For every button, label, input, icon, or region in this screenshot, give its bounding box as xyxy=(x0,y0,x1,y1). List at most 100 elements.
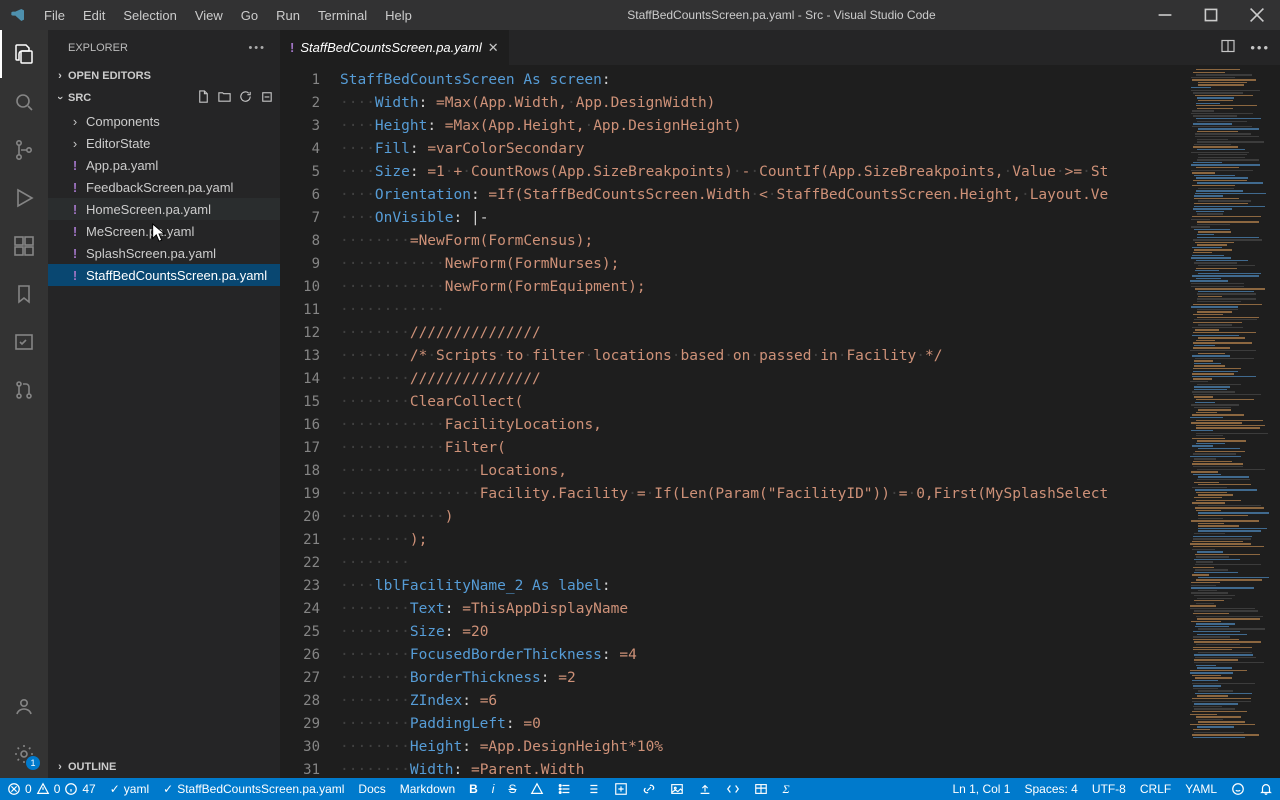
status-language[interactable]: YAML xyxy=(1178,778,1224,800)
outline-label: OUTLINE xyxy=(68,761,116,773)
tab-close-icon[interactable]: ✕ xyxy=(488,40,499,56)
status-ol-icon[interactable] xyxy=(579,778,607,800)
file-item[interactable]: !FeedbackScreen.pa.yaml xyxy=(48,176,280,198)
yaml-file-icon: ! xyxy=(64,180,86,195)
activity-extensions[interactable] xyxy=(0,222,48,270)
chevron-right-icon: › xyxy=(52,761,68,773)
activity-search[interactable] xyxy=(0,78,48,126)
tab-label: StaffBedCountsScreen.pa.yaml xyxy=(300,40,481,55)
activity-bar: 1 xyxy=(0,30,48,778)
yaml-file-icon: ! xyxy=(64,268,86,283)
status-problems[interactable]: 0 0 47 xyxy=(0,778,103,800)
section-outline[interactable]: › OUTLINE xyxy=(48,756,280,778)
menu-bar: FileEditSelectionViewGoRunTerminalHelp xyxy=(35,0,421,30)
menu-edit[interactable]: Edit xyxy=(74,0,114,30)
chevron-right-icon: › xyxy=(64,136,86,151)
refresh-icon[interactable] xyxy=(238,89,253,107)
status-checkbox-icon[interactable] xyxy=(607,778,635,800)
tree-item-label: Components xyxy=(86,114,160,129)
menu-terminal[interactable]: Terminal xyxy=(309,0,376,30)
split-editor-icon[interactable] xyxy=(1220,38,1236,57)
activity-settings[interactable]: 1 xyxy=(0,730,48,778)
tree-item-label: App.pa.yaml xyxy=(86,158,158,173)
status-code-icon[interactable] xyxy=(719,778,747,800)
activity-source-control[interactable] xyxy=(0,126,48,174)
minimap[interactable] xyxy=(1184,65,1280,778)
title-bar: FileEditSelectionViewGoRunTerminalHelp S… xyxy=(0,0,1280,30)
tree-item-label: HomeScreen.pa.yaml xyxy=(86,202,211,217)
status-cursor-pos[interactable]: Ln 1, Col 1 xyxy=(945,778,1017,800)
settings-badge: 1 xyxy=(26,756,40,770)
src-label: SRC xyxy=(68,92,91,104)
new-file-icon[interactable] xyxy=(196,89,211,107)
file-item[interactable]: !App.pa.yaml xyxy=(48,154,280,176)
tree-item-label: SplashScreen.pa.yaml xyxy=(86,246,216,261)
yaml-file-icon: ! xyxy=(64,246,86,261)
activity-github-pr[interactable] xyxy=(0,366,48,414)
menu-help[interactable]: Help xyxy=(376,0,421,30)
tree-item-label: EditorState xyxy=(86,136,150,151)
status-heading-icon[interactable] xyxy=(523,778,551,800)
menu-view[interactable]: View xyxy=(186,0,232,30)
status-bold[interactable]: B xyxy=(462,778,485,800)
status-upload-icon[interactable] xyxy=(691,778,719,800)
folder-components[interactable]: ›Components xyxy=(48,110,280,132)
status-spaces[interactable]: Spaces: 4 xyxy=(1017,778,1084,800)
window-controls xyxy=(1142,0,1280,30)
status-table-icon[interactable] xyxy=(747,778,775,800)
status-markdown[interactable]: Markdown xyxy=(393,778,462,800)
status-formula-icon[interactable]: Σ xyxy=(775,778,796,800)
editor-tab[interactable]: ! StaffBedCountsScreen.pa.yaml ✕ xyxy=(280,30,510,65)
status-link-icon[interactable] xyxy=(635,778,663,800)
chevron-right-icon: › xyxy=(52,70,68,82)
status-italic[interactable]: i xyxy=(485,778,502,800)
editor[interactable]: 1234567891011121314151617181920212223242… xyxy=(280,65,1280,778)
menu-file[interactable]: File xyxy=(35,0,74,30)
minimize-button[interactable] xyxy=(1142,0,1188,30)
yaml-file-icon: ! xyxy=(64,224,86,239)
status-eol[interactable]: CRLF xyxy=(1133,778,1178,800)
new-folder-icon[interactable] xyxy=(217,89,232,107)
tree-item-label: MeScreen.pa.yaml xyxy=(86,224,194,239)
chevron-right-icon: › xyxy=(64,114,86,129)
status-yaml-schema[interactable]: ✓yaml xyxy=(103,778,156,800)
file-item[interactable]: !HomeScreen.pa.yaml xyxy=(48,198,280,220)
file-item[interactable]: !StaffBedCountsScreen.pa.yaml xyxy=(48,264,280,286)
menu-selection[interactable]: Selection xyxy=(114,0,185,30)
activity-explorer[interactable] xyxy=(0,30,48,78)
activity-bookmark[interactable] xyxy=(0,270,48,318)
activity-output-panel[interactable] xyxy=(0,318,48,366)
status-strike-icon[interactable]: S xyxy=(501,778,523,800)
file-item[interactable]: !MeScreen.pa.yaml xyxy=(48,220,280,242)
yaml-file-icon: ! xyxy=(64,158,86,173)
status-encoding[interactable]: UTF-8 xyxy=(1085,778,1133,800)
status-notifications-icon[interactable] xyxy=(1252,778,1280,800)
sidebar-more-icon[interactable]: ••• xyxy=(248,42,266,54)
status-image-icon[interactable] xyxy=(663,778,691,800)
menu-run[interactable]: Run xyxy=(267,0,309,30)
menu-go[interactable]: Go xyxy=(232,0,267,30)
maximize-button[interactable] xyxy=(1188,0,1234,30)
chevron-down-icon: › xyxy=(54,90,66,106)
editor-more-icon[interactable]: ••• xyxy=(1250,40,1270,55)
activity-accounts[interactable] xyxy=(0,682,48,730)
code-area[interactable]: StaffBedCountsScreen As screen:····Width… xyxy=(340,65,1184,778)
sidebar-header: EXPLORER ••• xyxy=(48,30,280,65)
tab-bar: ! StaffBedCountsScreen.pa.yaml ✕ ••• xyxy=(280,30,1280,65)
file-tree: ›Components›EditorState!App.pa.yaml!Feed… xyxy=(48,109,280,287)
yaml-file-icon: ! xyxy=(290,40,294,55)
status-feedback-icon[interactable] xyxy=(1224,778,1252,800)
tree-item-label: FeedbackScreen.pa.yaml xyxy=(86,180,233,195)
collapse-all-icon[interactable] xyxy=(259,89,274,107)
window-title: StaffBedCountsScreen.pa.yaml - Src - Vis… xyxy=(421,8,1142,22)
section-open-editors[interactable]: › OPEN EDITORS xyxy=(48,65,280,87)
folder-editorstate[interactable]: ›EditorState xyxy=(48,132,280,154)
section-src[interactable]: › SRC xyxy=(48,87,280,109)
activity-run-debug[interactable] xyxy=(0,174,48,222)
status-file-path[interactable]: ✓StaffBedCountsScreen.pa.yaml xyxy=(156,778,351,800)
close-button[interactable] xyxy=(1234,0,1280,30)
status-docs[interactable]: Docs xyxy=(351,778,392,800)
status-ul-icon[interactable] xyxy=(551,778,579,800)
file-item[interactable]: !SplashScreen.pa.yaml xyxy=(48,242,280,264)
sidebar-title: EXPLORER xyxy=(68,42,128,54)
